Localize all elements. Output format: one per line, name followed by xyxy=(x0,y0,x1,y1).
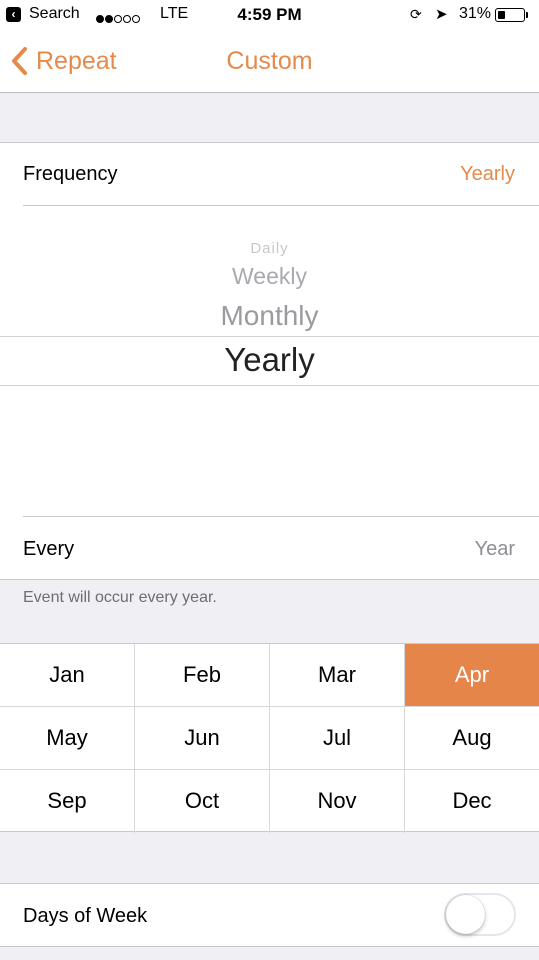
picker-option-monthly[interactable]: Monthly xyxy=(0,300,539,332)
every-row[interactable]: Every Year xyxy=(0,517,539,579)
days-of-week-label: Days of Week xyxy=(23,905,148,927)
month-grid: Jan Feb Mar Apr May Jun Jul Aug Sep Oct … xyxy=(0,643,539,833)
month-cell-nov[interactable]: Nov xyxy=(270,770,404,832)
month-cell-dec[interactable]: Dec xyxy=(405,770,539,832)
section-bottom-divider xyxy=(0,579,539,580)
frequency-row[interactable]: Frequency Yearly xyxy=(0,143,539,205)
navigation-bar: Repeat Custom xyxy=(0,30,539,93)
month-cell-oct[interactable]: Oct xyxy=(135,770,269,832)
month-cell-aug[interactable]: Aug xyxy=(405,707,539,769)
month-cell-may[interactable]: May xyxy=(0,707,134,769)
battery-icon xyxy=(495,8,525,22)
battery-percentage: 31% xyxy=(459,5,492,22)
repeat-summary-note: Event will occur every year. xyxy=(23,589,217,606)
grid-divider xyxy=(0,706,539,707)
month-cell-feb[interactable]: Feb xyxy=(135,644,269,706)
frequency-picker[interactable]: Daily Weekly Monthly Yearly xyxy=(0,206,539,516)
battery-nub xyxy=(526,12,528,18)
frequency-label: Frequency xyxy=(23,163,118,185)
grid-divider xyxy=(404,644,405,833)
toggle-knob xyxy=(446,895,485,934)
location-arrow-icon: ➤ xyxy=(435,6,448,23)
frequency-value: Yearly xyxy=(460,163,515,185)
month-cell-jun[interactable]: Jun xyxy=(135,707,269,769)
month-cell-jul[interactable]: Jul xyxy=(270,707,404,769)
days-of-week-toggle[interactable] xyxy=(444,893,516,936)
month-cell-mar[interactable]: Mar xyxy=(270,644,404,706)
grid-divider xyxy=(134,644,135,833)
page-title: Custom xyxy=(226,47,313,75)
picker-option-daily[interactable]: Daily xyxy=(0,240,539,257)
every-label: Every xyxy=(23,538,75,560)
section-bottom-divider xyxy=(0,946,539,947)
rotation-lock-icon: ⟳ xyxy=(410,6,422,22)
month-cell-apr[interactable]: Apr xyxy=(405,644,539,706)
picker-option-weekly[interactable]: Weekly xyxy=(0,263,539,290)
picker-option-yearly[interactable]: Yearly xyxy=(0,341,539,379)
picker-selection-top-line xyxy=(0,336,539,337)
picker-selection-bottom-line xyxy=(0,385,539,386)
month-cell-sep[interactable]: Sep xyxy=(0,770,134,832)
grid-divider xyxy=(0,769,539,770)
status-bar: ‹ Search LTE 4:59 PM ⟳ ➤ 31% xyxy=(0,0,539,30)
grid-divider xyxy=(269,644,270,833)
every-value: Year xyxy=(474,538,515,560)
month-cell-jan[interactable]: Jan xyxy=(0,644,134,706)
